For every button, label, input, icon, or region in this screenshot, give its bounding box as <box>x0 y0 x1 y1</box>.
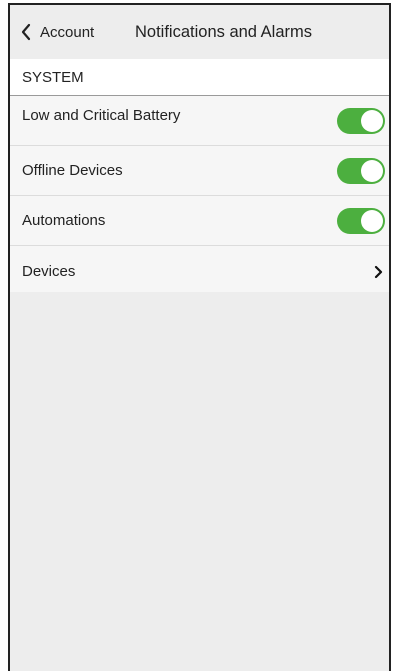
toggle-knob <box>361 210 383 232</box>
phone-frame: Account Notifications and Alarms SYSTEM … <box>8 3 391 671</box>
list-item-offline-devices: Offline Devices <box>10 146 389 196</box>
page-title: Notifications and Alarms <box>135 23 312 41</box>
toggle-knob <box>361 110 383 132</box>
navigation-bar: Account Notifications and Alarms <box>10 5 389 59</box>
automations-toggle[interactable] <box>337 208 385 234</box>
back-button-label: Account <box>40 23 95 41</box>
list-item-label: Automations <box>22 212 106 229</box>
list-item-automations: Automations <box>10 196 389 246</box>
chevron-right-icon <box>373 264 383 280</box>
toggle-knob <box>361 160 383 182</box>
chevron-left-icon <box>20 23 32 41</box>
list-item-label: Offline Devices <box>22 162 123 179</box>
section-header-system: SYSTEM <box>10 59 389 96</box>
list-item-low-critical-battery: Low and Critical Battery <box>10 96 389 146</box>
back-button[interactable]: Account <box>20 5 94 59</box>
list-item-label: Devices <box>22 263 76 280</box>
list-item-devices[interactable]: Devices <box>10 246 389 298</box>
empty-area <box>10 292 389 671</box>
offline-devices-toggle[interactable] <box>337 158 385 184</box>
low-critical-battery-toggle[interactable] <box>337 108 385 134</box>
list-item-label: Low and Critical Battery <box>22 107 181 124</box>
